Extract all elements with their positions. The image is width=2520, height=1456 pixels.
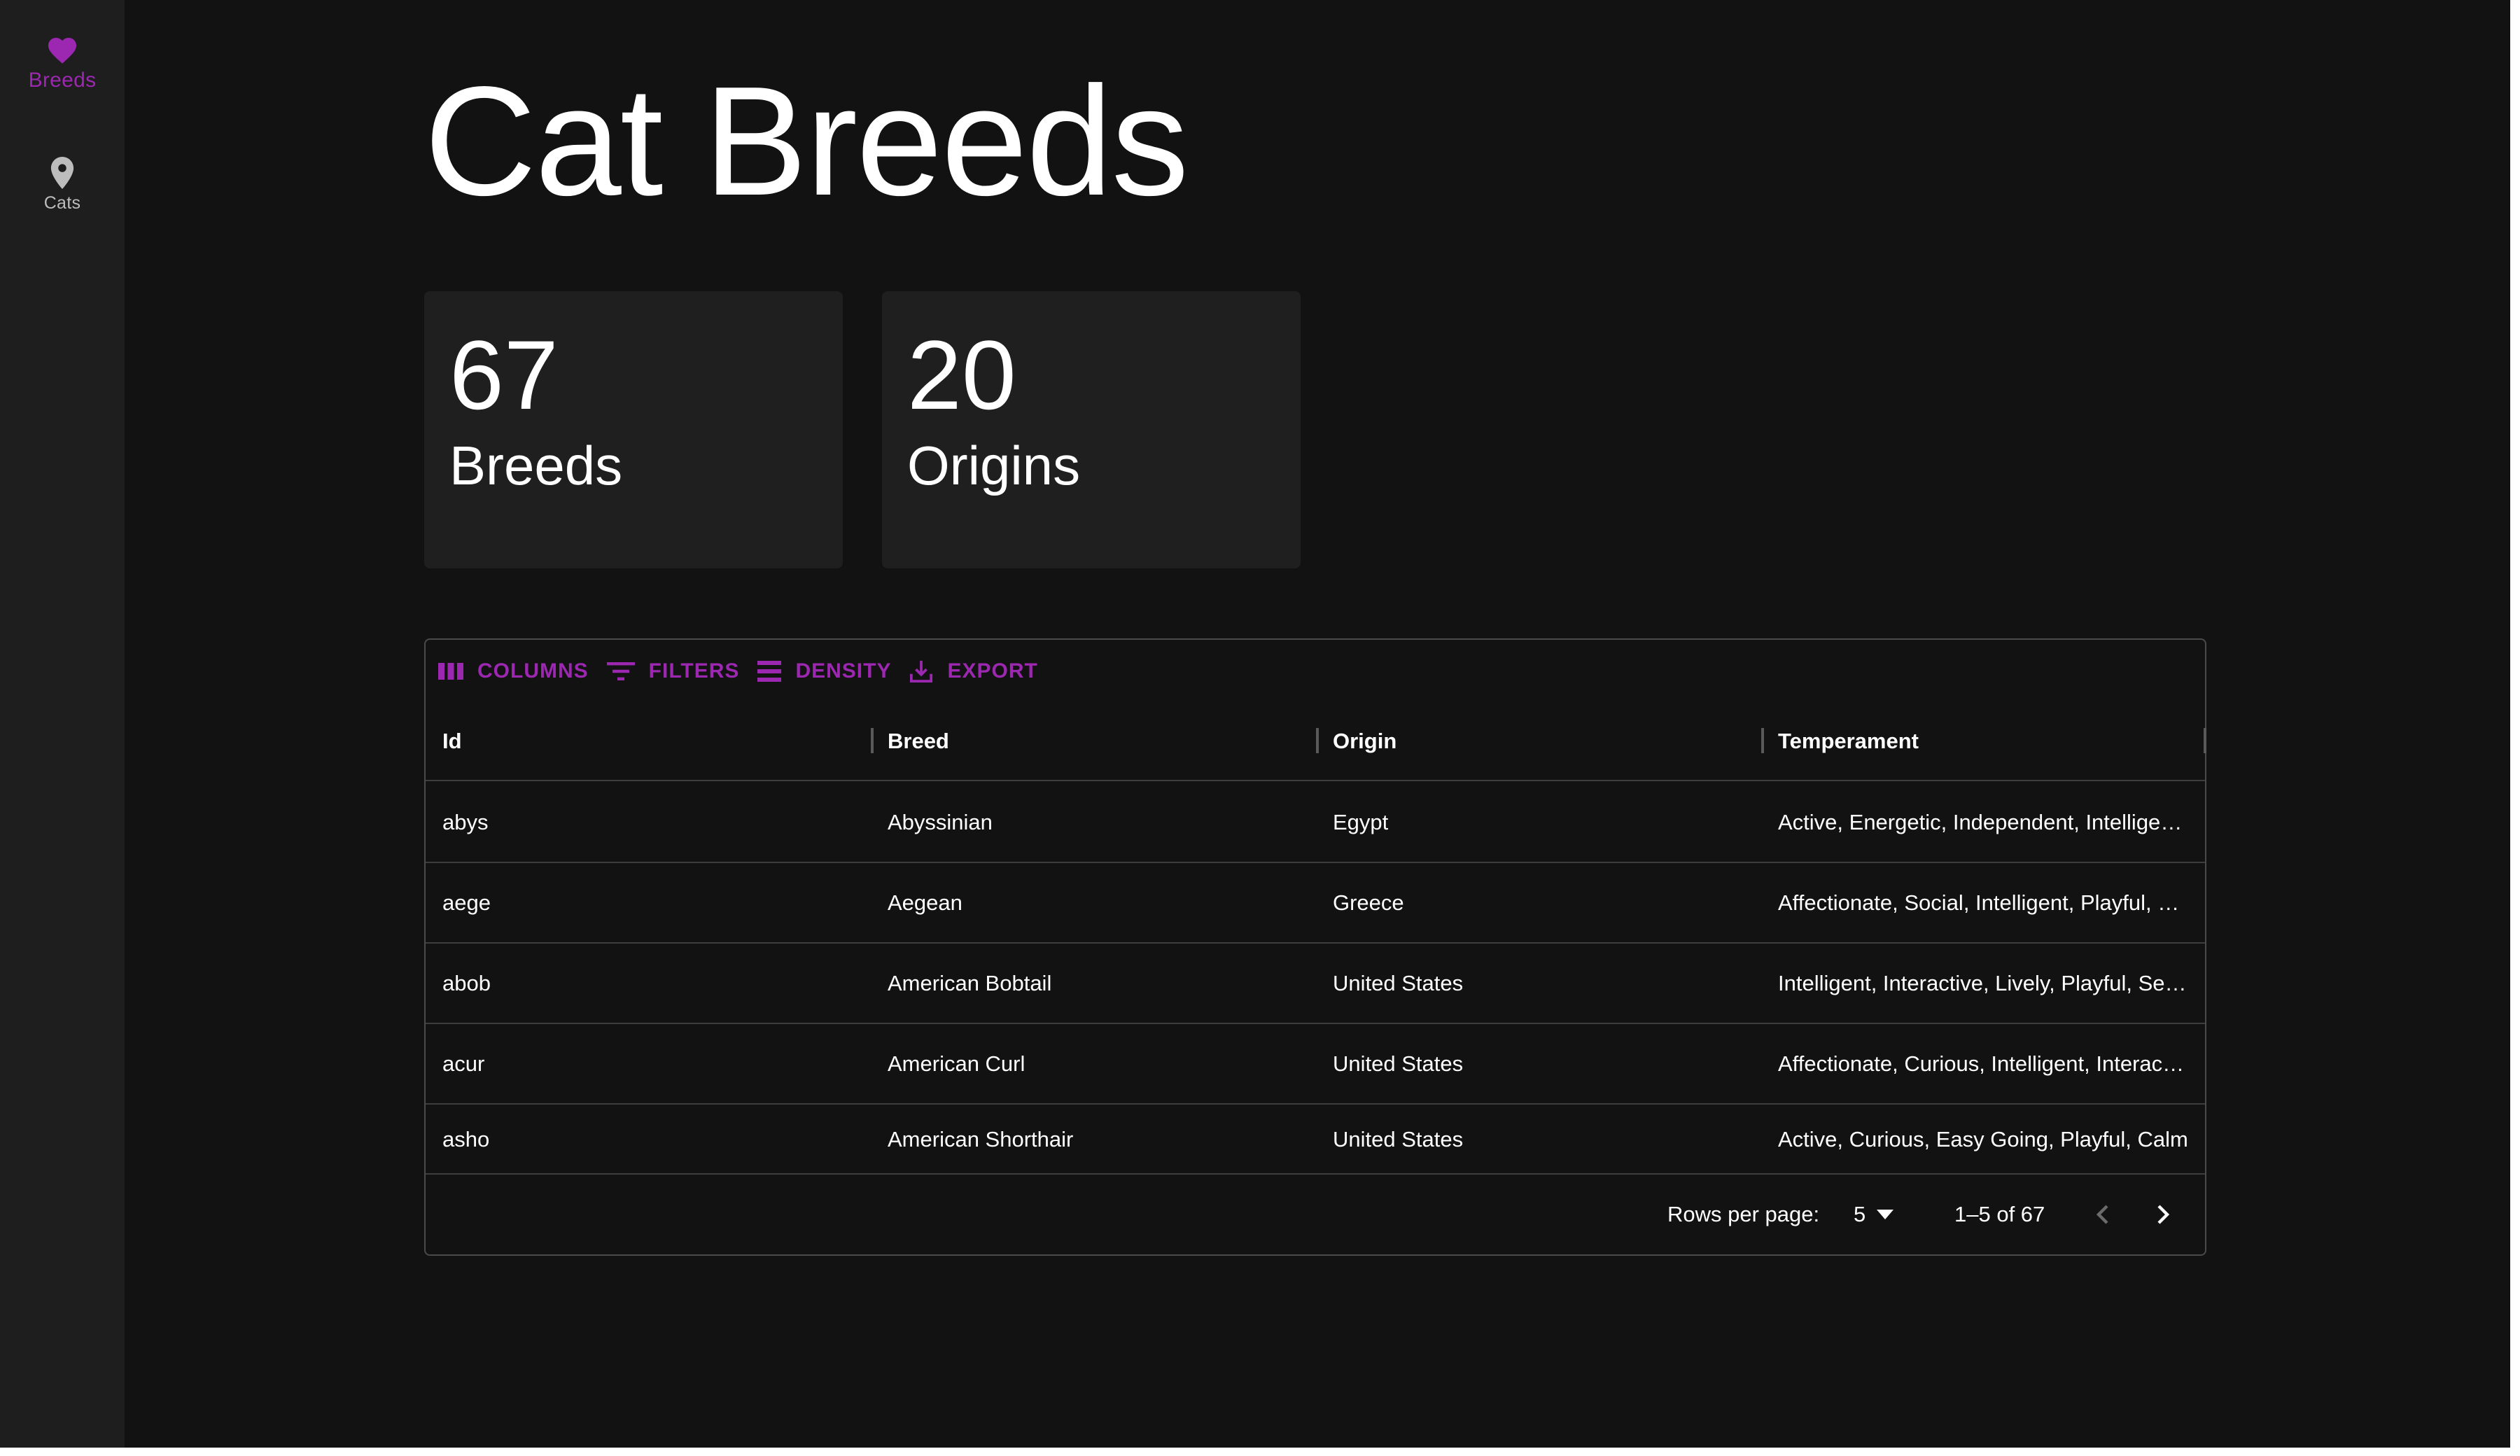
density-icon <box>757 661 782 682</box>
grid-toolbar: COLUMNS FILTERS DENSITY EXPORT <box>426 640 2205 703</box>
table-row[interactable]: abob American Bobtail United States Inte… <box>426 944 2205 1024</box>
columns-button-label: COLUMNS <box>477 659 589 682</box>
cell-origin: Egypt <box>1333 809 1389 834</box>
sidebar-item-breeds[interactable]: Breeds <box>0 34 125 92</box>
pagination-range: 1–5 of 67 <box>1954 1202 2045 1226</box>
cell-temperament: Active, Energetic, Independent, Intellig… <box>1778 810 2190 834</box>
caret-down-icon <box>1877 1210 1894 1219</box>
table-row[interactable]: asho American Shorthair United States Ac… <box>426 1105 2205 1175</box>
cell-breed: Aegean <box>888 890 962 915</box>
rows-per-page-value: 5 <box>1854 1202 1866 1226</box>
next-page-button[interactable] <box>2143 1194 2184 1235</box>
cell-breed: American Bobtail <box>888 970 1052 995</box>
cell-id: acur <box>442 1051 485 1076</box>
stat-card-breeds: 67 Breeds <box>424 291 843 568</box>
table-row[interactable]: acur American Curl United States Affecti… <box>426 1024 2205 1105</box>
columns-icon <box>438 663 463 680</box>
stat-value: 20 <box>907 320 1016 430</box>
breeds-data-grid: COLUMNS FILTERS DENSITY EXPORT Id Breed … <box>424 638 2206 1256</box>
column-header-temperament[interactable]: Temperament <box>1778 703 1919 780</box>
export-button-label: EXPORT <box>947 659 1038 682</box>
cell-temperament: Intelligent, Interactive, Lively, Playfu… <box>1778 971 2187 995</box>
stat-label: Breeds <box>449 435 623 496</box>
column-header-origin[interactable]: Origin <box>1333 703 1396 780</box>
filters-button-label: FILTERS <box>648 659 740 682</box>
cell-temperament: Affectionate, Social, Intelligent, Playf… <box>1778 890 2180 915</box>
sidebar-item-cats[interactable]: Cats <box>0 157 125 214</box>
table-header: Id Breed Origin Temperament <box>426 703 2206 781</box>
cell-origin: United States <box>1333 1051 1464 1076</box>
column-separator[interactable] <box>2204 728 2206 753</box>
cell-breed: Abyssinian <box>888 809 993 834</box>
chevron-left-icon <box>2096 1205 2108 1224</box>
app-root: Breeds Cats Cat Breeds 67 Breeds 20 Orig… <box>0 0 2520 1456</box>
heart-icon <box>48 38 76 64</box>
column-header-breed[interactable]: Breed <box>888 703 949 780</box>
rows-per-page-select[interactable]: 5 <box>1854 1175 1894 1254</box>
sidebar-item-label: Cats <box>43 193 81 213</box>
grid-footer: Rows per page: 5 1–5 of 67 <box>426 1173 2205 1254</box>
column-separator[interactable] <box>871 728 874 753</box>
cell-origin: United States <box>1333 1127 1464 1152</box>
sidebar-item-label: Breeds <box>28 69 97 92</box>
column-header-id[interactable]: Id <box>442 703 462 780</box>
chevron-right-icon <box>2157 1205 2170 1224</box>
window-edge-bottom <box>0 1448 2520 1456</box>
stat-value: 67 <box>449 320 559 430</box>
table-row[interactable]: abys Abyssinian Egypt Active, Energetic,… <box>426 783 2205 863</box>
previous-page-button[interactable] <box>2082 1194 2122 1235</box>
cell-id: aege <box>442 890 491 915</box>
cell-origin: United States <box>1333 970 1464 995</box>
stat-card-origins: 20 Origins <box>882 291 1301 568</box>
cell-breed: American Shorthair <box>888 1127 1074 1152</box>
column-separator[interactable] <box>1761 728 1764 753</box>
location-pin-icon <box>50 157 74 189</box>
cell-breed: American Curl <box>888 1051 1026 1076</box>
table-row[interactable]: aege Aegean Greece Affectionate, Social,… <box>426 863 2205 944</box>
cell-id: asho <box>442 1127 490 1152</box>
filter-icon <box>606 662 635 680</box>
window-edge-right <box>2510 0 2520 1456</box>
cell-id: abys <box>442 809 489 834</box>
cell-origin: Greece <box>1333 890 1404 915</box>
rows-per-page-label: Rows per page: <box>1667 1202 1820 1226</box>
filters-button[interactable]: FILTERS <box>606 659 740 683</box>
columns-button[interactable]: COLUMNS <box>438 659 589 683</box>
export-button[interactable]: EXPORT <box>909 659 1037 683</box>
column-separator[interactable] <box>1316 728 1319 753</box>
density-button-label: DENSITY <box>795 659 892 682</box>
cell-id: abob <box>442 970 491 995</box>
cell-temperament: Active, Curious, Easy Going, Playful, Ca… <box>1778 1127 2188 1152</box>
page-title: Cat Breeds <box>424 55 1189 228</box>
density-button[interactable]: DENSITY <box>757 659 891 683</box>
cell-temperament: Affectionate, Curious, Intelligent, Inte… <box>1778 1051 2185 1076</box>
sidebar: Breeds Cats <box>0 0 125 1448</box>
stat-label: Origins <box>907 435 1081 496</box>
download-icon <box>910 660 933 683</box>
